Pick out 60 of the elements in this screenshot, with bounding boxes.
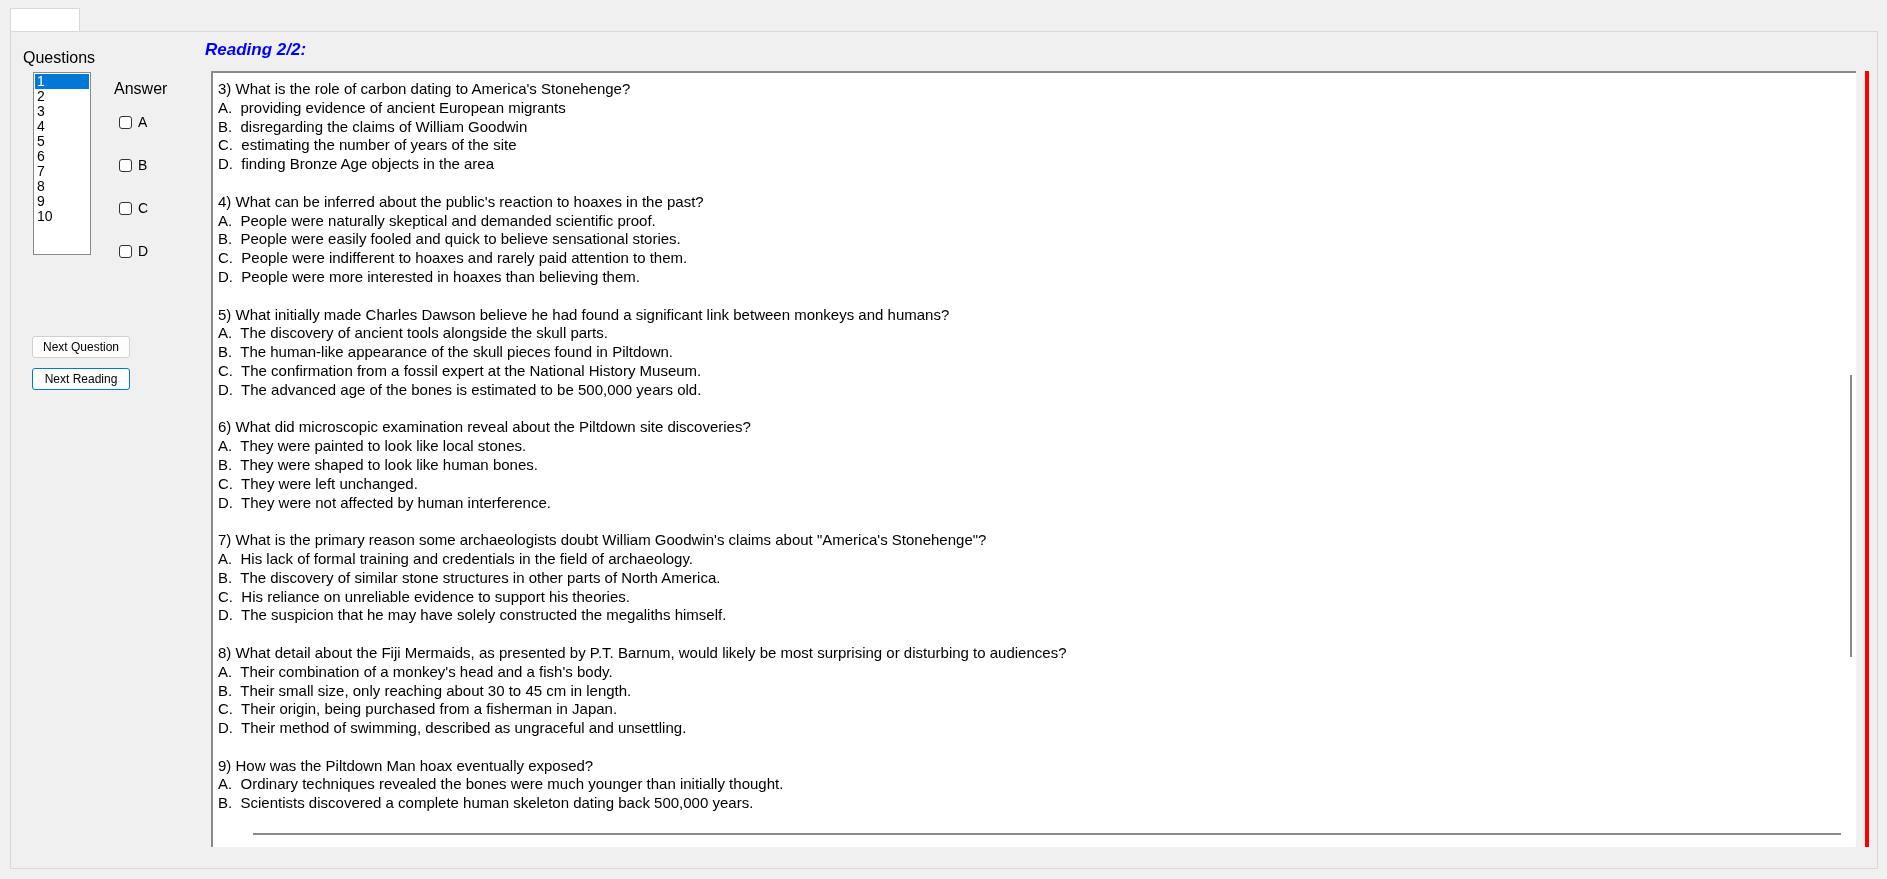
question-list-item[interactable]: 2 bbox=[35, 89, 89, 104]
option-text: B. disregarding the claims of William Goodwin bbox=[218, 117, 529, 137]
option-text: C. estimating the number of years of the site bbox=[218, 136, 518, 156]
option-text: A. They were painted to look like local stones. bbox=[218, 437, 528, 456]
reading-text-box[interactable] bbox=[211, 71, 1856, 847]
option-text: C. His reliance on unreliable evidence to support his theories. bbox=[218, 587, 631, 607]
question-text: 6) What did microscopic examination reveal about the Piltdown site discoveries? bbox=[218, 418, 752, 438]
question-list-item[interactable]: 6 bbox=[35, 149, 89, 164]
question-list-item[interactable]: 8 bbox=[35, 179, 89, 194]
question-list-item[interactable]: 4 bbox=[35, 119, 89, 134]
checkbox-label: B bbox=[138, 156, 148, 175]
option-text: C. The confirmation from a fossil expert at the National History Museum. bbox=[218, 361, 703, 381]
option-text: D. finding Bronze Age objects in the area bbox=[218, 155, 495, 174]
next-button[interactable]: Next Question bbox=[32, 336, 130, 358]
checkbox[interactable] bbox=[119, 159, 132, 172]
option-text: D. The advanced age of the bones is estimated to be 500,000 years old. bbox=[218, 380, 703, 400]
question-text: 8) What detail about the Fiji Mermaids, as presented by P.T. Barnum, would likely be most surprising or disturbing to audiences? bbox=[218, 643, 1068, 663]
option-text: D. The suspicion that he may have solely constructed the megaliths himself. bbox=[218, 606, 728, 626]
question-list-item[interactable]: 1 bbox=[35, 74, 89, 89]
question-text: 3) What is the role of carbon dating to America's Stonehenge? bbox=[218, 80, 632, 99]
checkbox-label: A bbox=[138, 113, 148, 132]
option-text: A. People were naturally skeptical and demanded scientific proof. bbox=[218, 211, 657, 231]
option-text: C. They were left unchanged. bbox=[218, 474, 419, 494]
option-text: B. The human-like appearance of the skull pieces found in Piltdown. bbox=[218, 343, 674, 362]
option-text: A. providing evidence of ancient European migrants bbox=[218, 98, 567, 118]
option-text: C. People were indifferent to hoaxes and rarely paid attention to them. bbox=[218, 249, 689, 268]
question-list[interactable]: 1 2 3 4 5 6 7 8 9 10 bbox=[33, 72, 91, 255]
option-text: D. They were not affected by human interference. bbox=[218, 493, 552, 513]
checkbox[interactable] bbox=[119, 202, 132, 215]
option-text: A. His lack of formal training and credentials in the field of archaeology. bbox=[218, 549, 694, 569]
question-list-item[interactable]: 10 bbox=[35, 209, 89, 224]
question-text: 5) What initially made Charles Dawson believe he had found a significant link between monkeys and humans? bbox=[218, 305, 951, 325]
option-text: D. People were more interested in hoaxes than believing them. bbox=[218, 267, 641, 287]
checkbox-label: D bbox=[138, 242, 149, 261]
reading-title: Reading 2/2: bbox=[205, 39, 307, 61]
option-text: C. Their origin, being purchased from a fisherman in Japan. bbox=[218, 700, 619, 720]
question-text: 9) How was the Piltdown Man hoax eventually exposed? bbox=[218, 756, 595, 776]
checkbox[interactable] bbox=[119, 116, 132, 129]
question-text: 7) What is the primary reason some archaeologists doubt William Goodwin's claims about "America's Stonehenge"? bbox=[218, 531, 988, 550]
option-text: B. Their small size, only reaching about 30 to 45 cm in length. bbox=[218, 681, 633, 701]
option-text: B. People were easily fooled and quick to believe sensational stories. bbox=[218, 230, 682, 250]
answer-label: Answer bbox=[114, 79, 168, 99]
vertical-scrollbar[interactable] bbox=[1850, 375, 1852, 657]
question-list-item[interactable]: 9 bbox=[35, 194, 89, 209]
checkbox[interactable] bbox=[119, 245, 132, 258]
option-text: D. Their method of swimming, described as ungraceful and unsettling. bbox=[218, 719, 688, 738]
question-text: 4) What can be inferred about the public's reaction to hoaxes in the past? bbox=[218, 192, 705, 212]
next-button[interactable]: Next Reading bbox=[32, 368, 130, 390]
option-text: A. Their combination of a monkey's head and a fish's body. bbox=[218, 662, 614, 682]
option-text: A. The discovery of ancient tools alongside the skull parts. bbox=[218, 324, 609, 344]
question-list-item[interactable]: 7 bbox=[35, 164, 89, 179]
question-list-item[interactable]: 5 bbox=[35, 134, 89, 149]
questions-label: Questions bbox=[23, 48, 96, 68]
option-text: B. The discovery of similar stone structures in other parts of North America. bbox=[218, 568, 722, 588]
option-text: B. Scientists discovered a complete human skeleton dating back 500,000 years. bbox=[218, 794, 755, 814]
checkbox-label: C bbox=[138, 199, 149, 218]
horizontal-scrollbar[interactable] bbox=[253, 833, 1841, 835]
option-text: A. Ordinary techniques revealed the bones were much younger than initially thought. bbox=[218, 775, 785, 795]
question-list-item[interactable]: 3 bbox=[35, 104, 89, 119]
option-text: B. They were shaped to look like human bones. bbox=[218, 455, 539, 475]
